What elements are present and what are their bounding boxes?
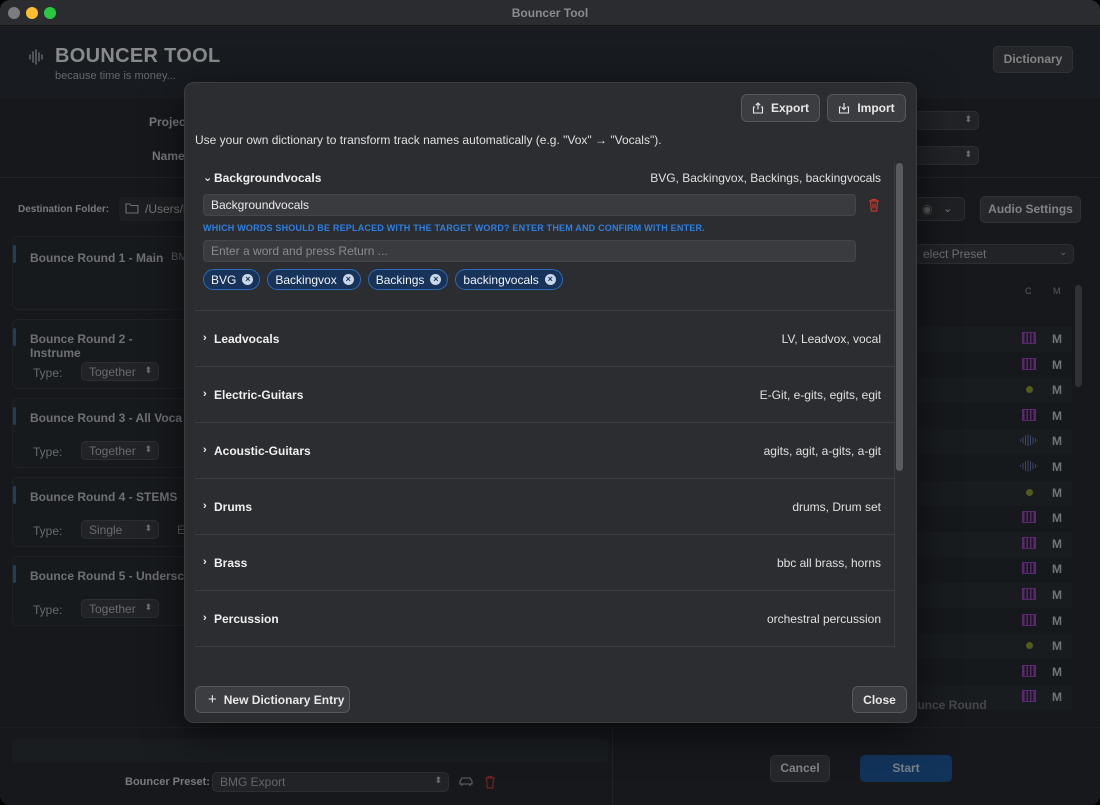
chevron-right-icon[interactable]: ›	[203, 556, 207, 568]
word-entry-input[interactable]	[211, 244, 848, 258]
target-word-input[interactable]	[211, 198, 848, 212]
plus-icon: +	[208, 691, 217, 708]
chip-label: Backings	[375, 272, 425, 287]
entry-name: Leadvocals	[214, 332, 280, 346]
synonym-chip: Backingvox ×	[267, 269, 361, 290]
import-label: Import	[857, 101, 895, 115]
import-icon	[839, 103, 850, 114]
entry-name: Drums	[214, 500, 253, 514]
dictionary-entry[interactable]: › Brass bbc all brass, horns	[195, 535, 895, 591]
entry-synonyms: bbc all brass, horns	[776, 556, 881, 570]
chip-label: BVG	[211, 272, 237, 287]
chevron-right-icon[interactable]: ›	[203, 332, 207, 344]
remove-chip-icon[interactable]: ×	[430, 274, 442, 285]
entry-synonyms: BVG, Backingvox, Backings, backingvocals	[650, 171, 881, 185]
entry-synonyms: LV, Leadvox, vocal	[781, 332, 881, 346]
trash-icon[interactable]	[868, 198, 880, 212]
entry-name: Percussion	[214, 612, 279, 626]
target-word-field[interactable]	[203, 194, 856, 216]
synonym-chips: BVG × Backingvox × Backings × backingvocals…	[203, 269, 563, 290]
remove-chip-icon[interactable]: ×	[242, 274, 254, 285]
entry-name: Acoustic-Guitars	[214, 444, 311, 458]
entry-name: Electric-Guitars	[214, 388, 304, 402]
entry-name: Brass	[214, 556, 248, 570]
chevron-right-icon[interactable]: ›	[203, 388, 207, 400]
title-bar: Bouncer Tool	[0, 0, 1100, 26]
synonym-chip: BVG ×	[203, 269, 261, 290]
dictionary-entry[interactable]: › Electric-Guitars E-Git, e-gits, egits,…	[195, 367, 895, 423]
entry-synonyms: E-Git, e-gits, egits, egit	[759, 388, 881, 402]
entry-synonyms: orchestral percussion	[766, 612, 881, 626]
dialog-description: Use your own dictionary to transform tra…	[195, 133, 662, 147]
new-dictionary-entry-button[interactable]: + New Dictionary Entry	[195, 686, 350, 713]
dictionary-dialog: Export Import Use your own dictionary to…	[184, 82, 917, 723]
dictionary-list: ⌄ Backgroundvocals BVG, Backingvox, Back…	[195, 163, 895, 647]
remove-chip-icon[interactable]: ×	[544, 274, 556, 285]
entry-synonyms: agits, agit, a-gits, a-git	[763, 444, 881, 458]
list-scrollbar[interactable]	[896, 163, 903, 471]
app-window: Bouncer Tool BOUNCER TOOL because time i…	[0, 0, 1100, 805]
synonym-chip: backingvocals ×	[455, 269, 563, 290]
chevron-down-icon[interactable]: ⌄	[203, 171, 212, 184]
chevron-right-icon[interactable]: ›	[203, 612, 207, 624]
dictionary-entry[interactable]: › Leadvocals LV, Leadvox, vocal	[195, 311, 895, 367]
window-title: Bouncer Tool	[511, 6, 589, 20]
dictionary-entry[interactable]: › Percussion orchestral percussion	[195, 591, 895, 647]
replacement-hint: WHICH WORDS SHOULD BE REPLACED WITH THE …	[203, 223, 705, 233]
chevron-right-icon[interactable]: ›	[203, 444, 207, 456]
entry-synonyms: drums, Drum set	[792, 500, 881, 514]
entry-name: Backgroundvocals	[214, 171, 322, 185]
remove-chip-icon[interactable]: ×	[342, 274, 354, 285]
export-icon	[752, 102, 764, 114]
chip-label: backingvocals	[463, 272, 539, 287]
export-label: Export	[770, 101, 809, 115]
chevron-right-icon[interactable]: ›	[203, 500, 207, 512]
synonym-chip: Backings ×	[367, 269, 449, 290]
chip-label: Backingvox	[275, 272, 337, 287]
new-entry-label: New Dictionary Entry	[223, 692, 345, 707]
export-button[interactable]: Export	[741, 94, 820, 122]
dictionary-entry[interactable]: › Drums drums, Drum set	[195, 479, 895, 535]
dictionary-entry[interactable]: › Acoustic-Guitars agits, agit, a-gits, …	[195, 423, 895, 479]
close-button[interactable]: Close	[852, 686, 907, 713]
dictionary-entry-expanded[interactable]: ⌄ Backgroundvocals BVG, Backingvox, Back…	[195, 163, 895, 311]
word-entry-field[interactable]	[203, 240, 856, 262]
import-button[interactable]: Import	[827, 94, 906, 122]
